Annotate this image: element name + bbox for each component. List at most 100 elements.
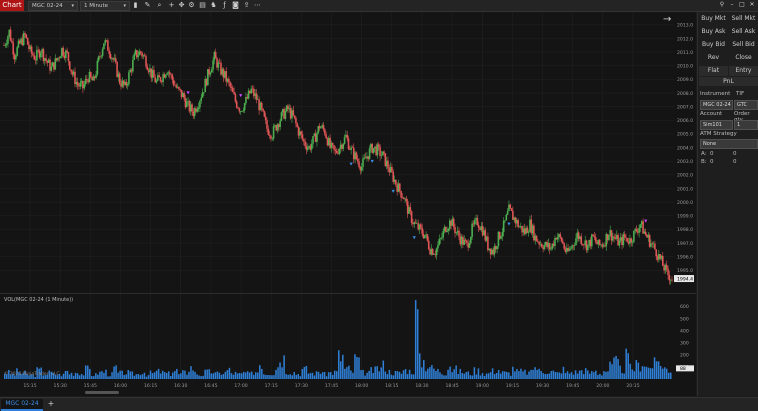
volume-bar: [135, 374, 138, 379]
price-axis[interactable]: 2013.0 2012.0 2011.0 2010.0 2009.0 2008.0 2007…: [674, 23, 694, 283]
sell-bid-button[interactable]: Sell Bid: [729, 39, 758, 51]
volume-bar: [99, 371, 101, 379]
volume-bar: [406, 374, 409, 379]
volume-bar: [665, 368, 668, 379]
volume-bar: [60, 376, 63, 379]
volume-bar: [574, 370, 577, 379]
volume-bar: [382, 360, 385, 379]
volume-bar: [176, 368, 178, 379]
volume-bar: [350, 370, 352, 379]
interval-selector[interactable]: 1 Minute ▾: [80, 1, 130, 11]
candle-body: [506, 211, 509, 215]
volume-bar: [325, 376, 328, 379]
candle-body: [217, 62, 220, 68]
volume-bar: [524, 369, 526, 379]
camera-icon[interactable]: ◙: [231, 1, 240, 10]
time-axis-label: 16:45: [204, 383, 217, 389]
volume-bar: [287, 374, 289, 379]
volume-bar: [582, 374, 585, 379]
account-select[interactable]: Sim101: [700, 120, 733, 130]
candle-body: [400, 190, 402, 198]
reverse-button[interactable]: Rev: [699, 52, 728, 64]
bar-style-icon[interactable]: ▮: [131, 1, 140, 10]
crosshair-icon[interactable]: +: [167, 1, 176, 10]
atm-strategy-select[interactable]: None: [700, 139, 758, 149]
pin-icon[interactable]: ⚲: [718, 1, 726, 9]
instrument-field[interactable]: MGC 02-24: [700, 100, 733, 110]
share-icon[interactable]: ⇪: [242, 1, 251, 10]
candle-body: [197, 107, 200, 109]
price-chart[interactable]: 2013.0 2012.0 2011.0 2010.0 2009.0 2008.0 2007…: [0, 12, 696, 396]
volume-bar: [625, 348, 627, 379]
order-qty-stepper[interactable]: 1: [734, 120, 758, 130]
arrow-right-icon[interactable]: →: [663, 14, 671, 25]
volume-bar: [380, 367, 383, 379]
indicators-icon[interactable]: ƒ: [220, 1, 229, 10]
chart-menu-button[interactable]: Chart: [0, 0, 24, 11]
candle-body: [454, 226, 456, 234]
sell-ask-button[interactable]: Sell Ask: [729, 26, 758, 38]
candle-body: [427, 240, 430, 250]
candle-body: [426, 234, 429, 241]
draw-icon[interactable]: ✎: [143, 1, 152, 10]
buy-ask-button[interactable]: Buy Ask: [699, 26, 728, 38]
volume-bar: [536, 369, 538, 379]
candle-body: [214, 52, 217, 59]
volume-bar: [619, 365, 621, 379]
more-icon[interactable]: ⋯: [253, 1, 262, 10]
sell-mkt-button[interactable]: Sell Mkt: [729, 13, 758, 25]
volume-bar: [445, 375, 447, 379]
buy-bid-button[interactable]: Buy Bid: [699, 39, 728, 51]
strategies-icon[interactable]: ♞: [209, 1, 218, 10]
volume-bar: [125, 374, 127, 379]
candle-body: [83, 84, 86, 89]
data-box-icon[interactable]: ▤: [198, 1, 207, 10]
maximize-icon[interactable]: □: [738, 1, 746, 9]
volume-bar: [250, 371, 253, 379]
close-icon[interactable]: ✕: [748, 1, 756, 9]
flat-status: Flat: [699, 66, 728, 76]
volume-bar: [226, 370, 229, 379]
horizontal-scrollbar[interactable]: [85, 391, 119, 394]
volume-bar: [340, 361, 342, 379]
instrument-label: Instrument: [700, 91, 731, 97]
volume-bar: [184, 370, 186, 379]
zoom-icon[interactable]: ⌕: [155, 1, 164, 10]
candle-body: [569, 248, 572, 250]
candle-body: [238, 108, 241, 112]
chart-area[interactable]: 2013.0 2012.0 2011.0 2010.0 2009.0 2008.0 2007…: [0, 12, 696, 396]
candle-body: [272, 126, 275, 139]
candle-body: [159, 77, 162, 82]
volume-bar: [232, 374, 235, 379]
tif-select[interactable]: GTC: [734, 100, 758, 110]
volume-bar: [198, 375, 200, 379]
minimize-icon[interactable]: –: [728, 1, 736, 9]
close-position-button[interactable]: Close: [729, 52, 758, 64]
candle-body: [155, 80, 158, 83]
volume-bar: [471, 375, 474, 379]
atm-strategy-label: ATM Strategy: [700, 131, 737, 137]
instrument-selector[interactable]: MGC 02-24 ▾: [28, 1, 78, 11]
candle-body: [575, 238, 577, 246]
volume-bar: [388, 369, 391, 379]
properties-icon[interactable]: ⚙: [187, 1, 196, 10]
candle-body: [518, 226, 521, 228]
volume-bar: [554, 372, 557, 379]
add-tab-icon[interactable]: +: [46, 399, 56, 409]
volume-bar: [404, 369, 407, 379]
candle-body: [644, 231, 647, 235]
volume-bar: [621, 373, 623, 379]
volume-bar: [344, 368, 346, 379]
buy-mkt-button[interactable]: Buy Mkt: [699, 13, 728, 25]
time-axis[interactable]: 15:15 15:30 15:45 16:00 16:15 16:30 16:45 17:00…: [23, 383, 639, 389]
panel-divider[interactable]: [0, 293, 696, 294]
volume-bar: [267, 375, 269, 379]
volume-bar: [89, 368, 91, 379]
price-axis-label: 1996.0: [677, 255, 693, 261]
volume-bar: [301, 369, 304, 379]
volume-bar: [599, 373, 601, 379]
tab-mgc-02-24[interactable]: MGC 02-24: [1, 399, 43, 411]
move-icon[interactable]: ✥: [177, 1, 186, 10]
volume-bar: [244, 372, 247, 379]
candle-body: [296, 123, 299, 127]
